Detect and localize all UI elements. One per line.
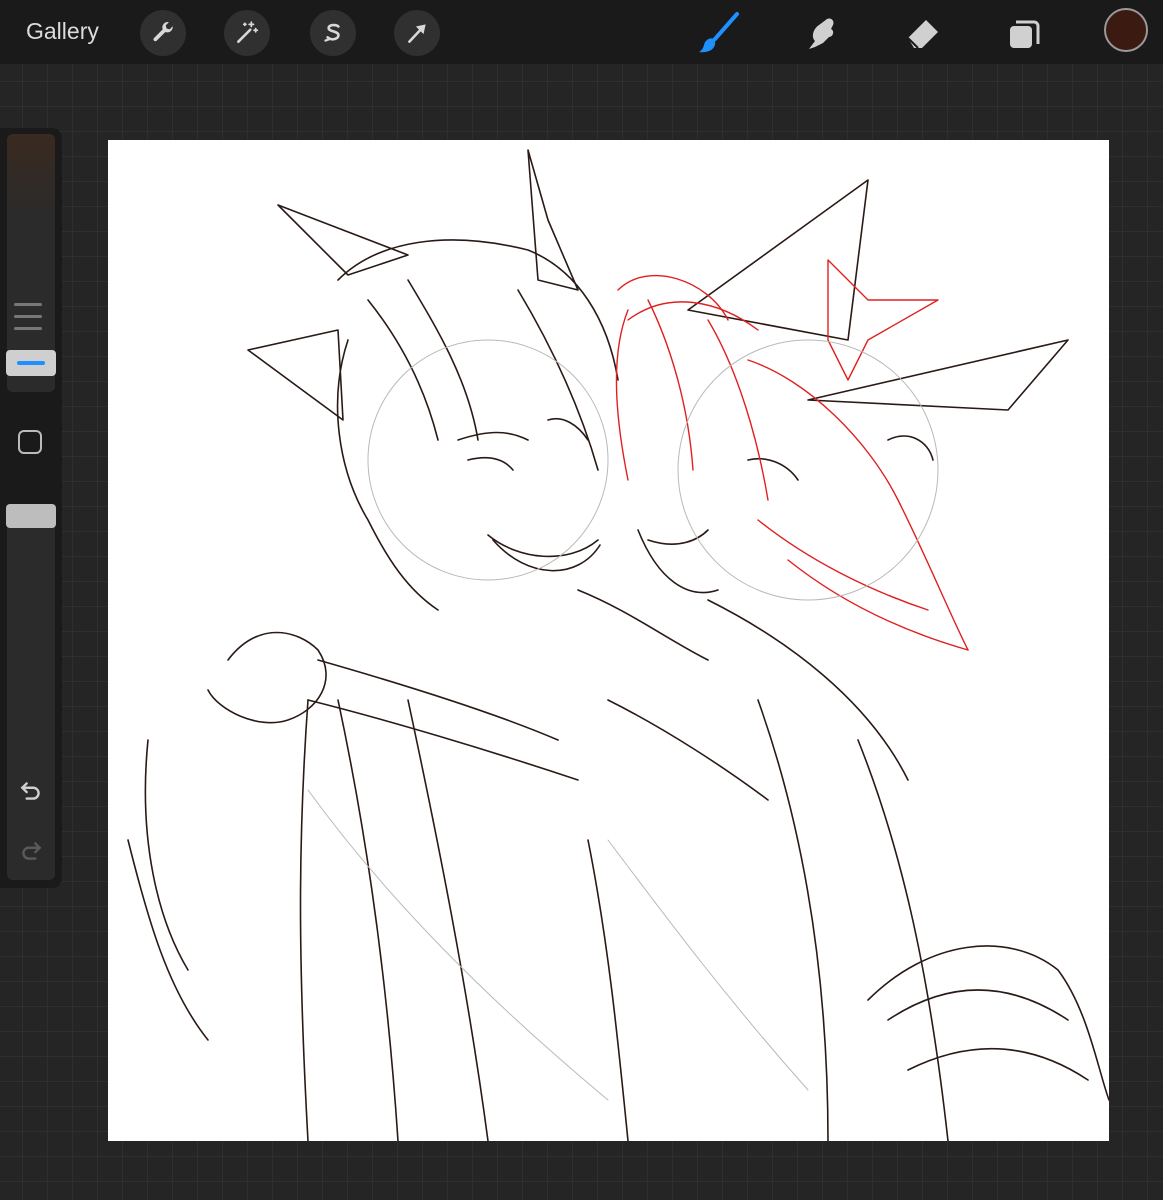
top-toolbar: Gallery — [0, 0, 1163, 64]
opacity-slider-track[interactable] — [7, 512, 55, 880]
brush-size-indicator — [14, 303, 42, 339]
transform-arrow-icon[interactable] — [394, 10, 440, 56]
sketch-artwork — [127, 149, 1110, 1142]
modify-button[interactable] — [18, 430, 42, 454]
gallery-button[interactable]: Gallery — [26, 18, 99, 45]
magic-wand-icon[interactable] — [224, 10, 270, 56]
eraser-icon[interactable] — [900, 10, 946, 56]
color-picker-swatch[interactable] — [1104, 8, 1148, 52]
opacity-slider[interactable] — [6, 504, 56, 528]
redo-icon[interactable] — [16, 836, 46, 866]
undo-icon[interactable] — [16, 776, 46, 806]
brush-size-slider[interactable] — [6, 350, 56, 376]
selection-s-icon[interactable] — [310, 10, 356, 56]
brush-icon[interactable] — [696, 10, 742, 56]
drawing-canvas[interactable] — [108, 140, 1110, 1142]
wrench-icon[interactable] — [140, 10, 186, 56]
layers-icon[interactable] — [1002, 10, 1048, 56]
smudge-icon[interactable] — [798, 10, 844, 56]
